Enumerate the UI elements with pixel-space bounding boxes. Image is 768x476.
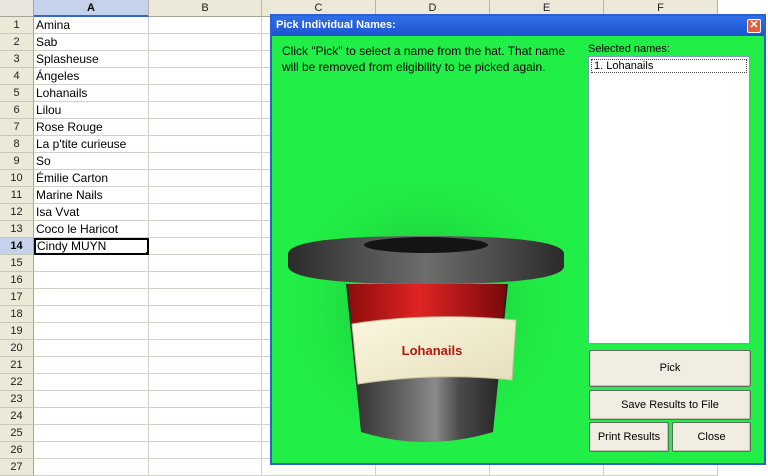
- cell-a[interactable]: [34, 323, 149, 340]
- cell-a[interactable]: [34, 442, 149, 459]
- cell-a[interactable]: La p'tite curieuse: [34, 136, 149, 153]
- dialog-titlebar[interactable]: Pick Individual Names: ✕: [272, 16, 764, 36]
- cell-empty[interactable]: [149, 272, 262, 289]
- magic-hat-illustration: Lohanails: [286, 184, 576, 466]
- row-header[interactable]: 12: [0, 204, 34, 221]
- row-header[interactable]: 4: [0, 68, 34, 85]
- cell-empty[interactable]: [149, 442, 262, 459]
- cell-empty[interactable]: [149, 306, 262, 323]
- cell-empty[interactable]: [149, 357, 262, 374]
- save-results-button[interactable]: Save Results to File: [589, 390, 751, 420]
- cell-empty[interactable]: [149, 374, 262, 391]
- cell-a[interactable]: [34, 374, 149, 391]
- hat-label-name: Lohanails: [402, 343, 463, 358]
- row-header[interactable]: 3: [0, 51, 34, 68]
- cell-empty[interactable]: [149, 391, 262, 408]
- cell-empty[interactable]: [149, 119, 262, 136]
- print-results-button[interactable]: Print Results: [589, 422, 669, 452]
- pick-names-dialog: Pick Individual Names: ✕ Click "Pick" to…: [270, 14, 766, 466]
- cell-a[interactable]: Rose Rouge: [34, 119, 149, 136]
- row-header[interactable]: 14: [0, 238, 34, 255]
- cell-empty[interactable]: [149, 204, 262, 221]
- row-header[interactable]: 10: [0, 170, 34, 187]
- close-button[interactable]: Close: [672, 422, 751, 452]
- row-header[interactable]: 18: [0, 306, 34, 323]
- hat-opening: [364, 237, 488, 253]
- cell-a[interactable]: [34, 306, 149, 323]
- row-header[interactable]: 17: [0, 289, 34, 306]
- row-header[interactable]: 2: [0, 34, 34, 51]
- cell-a[interactable]: [34, 459, 149, 476]
- row-header[interactable]: 21: [0, 357, 34, 374]
- cell-a[interactable]: [34, 272, 149, 289]
- column-header-a[interactable]: A: [34, 0, 149, 17]
- selected-name-item[interactable]: 1. Lohanails: [591, 59, 747, 73]
- row-header[interactable]: 9: [0, 153, 34, 170]
- cell-empty[interactable]: [149, 238, 262, 255]
- cell-empty[interactable]: [149, 51, 262, 68]
- cell-a[interactable]: [34, 357, 149, 374]
- row-header[interactable]: 5: [0, 85, 34, 102]
- cell-empty[interactable]: [149, 289, 262, 306]
- cell-a[interactable]: Émilie Carton: [34, 170, 149, 187]
- column-header-b[interactable]: B: [149, 0, 262, 17]
- row-header[interactable]: 20: [0, 340, 34, 357]
- row-header[interactable]: 11: [0, 187, 34, 204]
- cell-a[interactable]: Sab: [34, 34, 149, 51]
- row-header[interactable]: 15: [0, 255, 34, 272]
- cell-a[interactable]: [34, 289, 149, 306]
- cell-empty[interactable]: [149, 187, 262, 204]
- cell-a[interactable]: Ángeles: [34, 68, 149, 85]
- select-all-corner[interactable]: [0, 0, 34, 17]
- cell-empty[interactable]: [149, 425, 262, 442]
- row-header[interactable]: 1: [0, 17, 34, 34]
- row-header[interactable]: 16: [0, 272, 34, 289]
- selected-names-label: Selected names:: [588, 43, 670, 55]
- cell-a[interactable]: Marine Nails: [34, 187, 149, 204]
- instructions-text: Click "Pick" to select a name from the h…: [282, 44, 566, 74]
- row-header[interactable]: 8: [0, 136, 34, 153]
- cell-a[interactable]: [34, 425, 149, 442]
- cell-empty[interactable]: [149, 34, 262, 51]
- cell-a[interactable]: [34, 391, 149, 408]
- cell-a[interactable]: Lilou: [34, 102, 149, 119]
- cell-empty[interactable]: [149, 408, 262, 425]
- cell-empty[interactable]: [149, 459, 262, 476]
- row-header[interactable]: 13: [0, 221, 34, 238]
- cell-empty[interactable]: [149, 85, 262, 102]
- cell-empty[interactable]: [149, 340, 262, 357]
- cell-a[interactable]: So: [34, 153, 149, 170]
- active-cell[interactable]: Cindy MUYN: [34, 238, 149, 255]
- cell-empty[interactable]: [149, 221, 262, 238]
- row-header[interactable]: 26: [0, 442, 34, 459]
- selected-names-list[interactable]: 1. Lohanails: [588, 56, 750, 344]
- cell-a[interactable]: Amina: [34, 17, 149, 34]
- row-header[interactable]: 27: [0, 459, 34, 476]
- pick-button[interactable]: Pick: [589, 350, 751, 387]
- close-icon[interactable]: ✕: [747, 19, 761, 33]
- row-header[interactable]: 25: [0, 425, 34, 442]
- cell-a[interactable]: [34, 408, 149, 425]
- cell-a[interactable]: [34, 255, 149, 272]
- cell-a[interactable]: [34, 340, 149, 357]
- cell-a[interactable]: Lohanails: [34, 85, 149, 102]
- cell-empty[interactable]: [149, 153, 262, 170]
- row-header[interactable]: 6: [0, 102, 34, 119]
- cell-empty[interactable]: [149, 323, 262, 340]
- cell-empty[interactable]: [149, 170, 262, 187]
- dialog-title: Pick Individual Names:: [276, 19, 396, 31]
- row-header[interactable]: 19: [0, 323, 34, 340]
- row-header[interactable]: 23: [0, 391, 34, 408]
- cell-empty[interactable]: [149, 102, 262, 119]
- cell-a[interactable]: Isa Vvat: [34, 204, 149, 221]
- row-header[interactable]: 7: [0, 119, 34, 136]
- row-header[interactable]: 22: [0, 374, 34, 391]
- row-header[interactable]: 24: [0, 408, 34, 425]
- cell-a[interactable]: Splasheuse: [34, 51, 149, 68]
- cell-empty[interactable]: [149, 68, 262, 85]
- cell-empty[interactable]: [149, 136, 262, 153]
- cell-a[interactable]: Coco le Haricot: [34, 221, 149, 238]
- cell-empty[interactable]: [149, 17, 262, 34]
- cell-empty[interactable]: [149, 255, 262, 272]
